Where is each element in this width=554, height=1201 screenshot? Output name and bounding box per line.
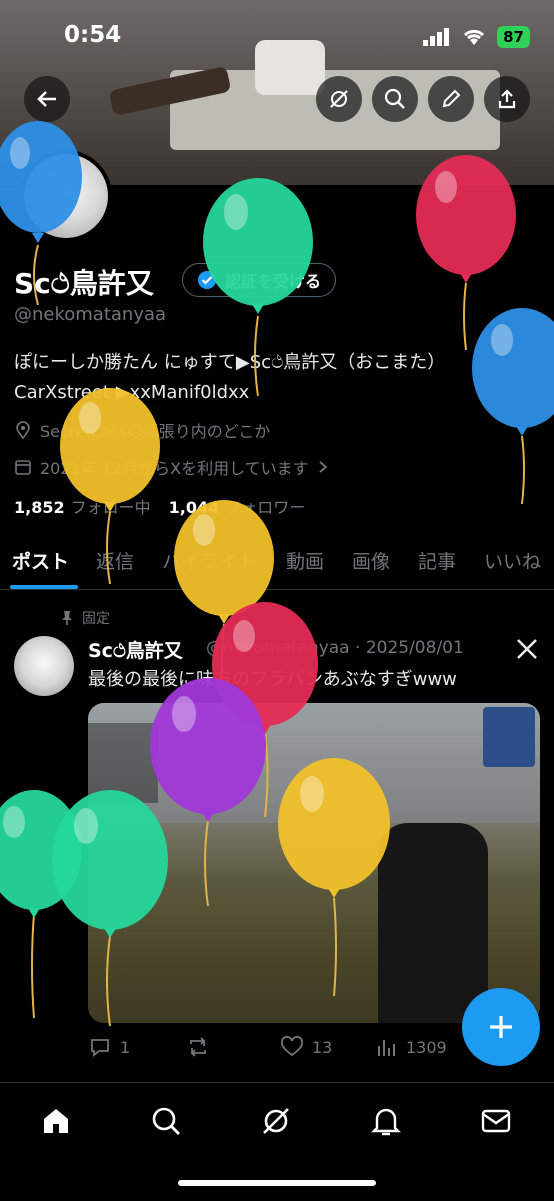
back-arrow-icon <box>37 91 56 107</box>
tab-videos[interactable]: 動画 <box>286 547 324 574</box>
notifications-icon <box>371 1108 401 1136</box>
verified-badge-icon <box>198 271 216 289</box>
balloon-blue-icon <box>472 308 554 505</box>
status-time: 0:54 <box>64 22 122 48</box>
profile-bio: ぽにーしか勝たん にゅすて▶Scථ鳥許又（おこまた） CarXstreet ▶x… <box>14 348 544 408</box>
profile-location: SecretCatsの縄張り内のどこか <box>14 418 270 442</box>
reply-action[interactable]: 1 <box>88 1036 130 1058</box>
tab-replies[interactable]: 返信 <box>96 547 134 574</box>
messages-icon <box>481 1109 511 1133</box>
balloon-green-icon <box>0 790 82 1019</box>
active-tab-indicator <box>10 585 78 589</box>
post-text: 最後の最後に味方のフラバンあぶなすぎwww <box>88 669 457 690</box>
views-action[interactable]: 1309 <box>376 1036 447 1058</box>
follow-counts: 1,852 フォロー中 1,044 フォロワー <box>14 494 305 518</box>
calendar-icon <box>15 460 31 475</box>
explore-icon <box>152 1107 180 1135</box>
nav-explore[interactable] <box>146 1101 186 1141</box>
get-verified-label: 認証を受ける <box>225 272 322 291</box>
status-bar: 0:54 87 <box>0 0 554 70</box>
bio-line-2: CarXstreet ▶xxManif0ldxx <box>14 382 250 403</box>
pinned-label: 固定 <box>60 608 110 628</box>
following-link[interactable]: 1,852 フォロー中 <box>14 494 151 518</box>
grok-button[interactable] <box>316 76 362 122</box>
followers-label: フォロワー <box>225 498 306 517</box>
location-text: SecretCatsの縄張り内のどこか <box>40 422 271 441</box>
nav-notifications[interactable] <box>366 1101 406 1141</box>
post-video[interactable] <box>88 703 540 1023</box>
tab-images[interactable]: 画像 <box>352 547 390 574</box>
balloon-red-icon <box>416 155 516 351</box>
pinned-text: 固定 <box>82 611 110 627</box>
post-author-avatar[interactable] <box>14 636 74 696</box>
plus-icon <box>490 1016 512 1038</box>
compose-post-button[interactable] <box>462 988 540 1066</box>
profile-tabs: ポスト 返信 ハイライト 動画 画像 記事 いいね <box>0 535 554 590</box>
nav-home[interactable] <box>36 1101 76 1141</box>
followers-link[interactable]: 1,044 フォロワー <box>169 494 306 518</box>
nav-messages[interactable] <box>476 1101 516 1141</box>
home-icon <box>44 1109 68 1133</box>
x-logo-icon[interactable] <box>516 638 538 664</box>
search-button[interactable] <box>372 76 418 122</box>
status-icons: 87 <box>423 26 530 48</box>
home-indicator <box>178 1180 376 1186</box>
back-button[interactable] <box>24 76 70 122</box>
profile-display-name: Scථ鳥許又 <box>14 267 154 300</box>
following-label: フォロー中 <box>70 498 151 517</box>
pin-icon <box>62 611 72 625</box>
repost-action[interactable] <box>186 1036 210 1058</box>
share-button[interactable] <box>484 76 530 122</box>
nav-grok[interactable] <box>256 1101 296 1141</box>
location-icon <box>16 421 30 439</box>
grok-icon <box>330 90 348 108</box>
views-icon <box>378 1040 395 1056</box>
like-count: 13 <box>312 1037 333 1057</box>
profile-joined[interactable]: 2021年 12月からXを利用しています <box>14 455 329 479</box>
battery-indicator: 87 <box>497 26 530 48</box>
like-action[interactable]: 13 <box>280 1036 332 1058</box>
bio-line-1: ぽにーしか勝たん にゅすて▶Scථ鳥許又（おこまた） <box>14 352 446 373</box>
search-icon <box>384 88 405 109</box>
profile-avatar[interactable] <box>20 150 112 242</box>
tab-highlights[interactable]: ハイライト <box>162 547 257 574</box>
chevron-right-icon <box>319 461 328 473</box>
get-verified-button[interactable]: 認証を受ける <box>182 263 337 297</box>
repost-icon <box>190 1037 206 1057</box>
profile-handle: @nekomatanyaa <box>14 304 167 325</box>
tab-likes[interactable]: いいね <box>484 547 541 574</box>
post-handle-date: @nekomatanyaa · 2025/08/01 <box>206 638 464 658</box>
share-icon <box>498 89 516 109</box>
post-author-name[interactable]: Scථ鳥許又 <box>88 636 183 663</box>
views-count: 1309 <box>406 1037 447 1057</box>
reply-count: 1 <box>120 1037 131 1057</box>
joined-text: 2021年 12月からXを利用しています <box>40 459 309 478</box>
wifi-icon <box>464 29 485 45</box>
edit-button[interactable] <box>428 76 474 122</box>
followers-count: 1,044 <box>168 498 220 517</box>
tab-articles[interactable]: 記事 <box>418 547 456 574</box>
tab-posts[interactable]: ポスト <box>12 547 69 574</box>
following-count: 1,852 <box>14 498 65 517</box>
like-icon <box>281 1036 303 1057</box>
grok-nav-icon <box>263 1108 289 1134</box>
reply-icon <box>91 1039 109 1057</box>
edit-icon <box>442 89 461 108</box>
signal-icon <box>423 28 450 46</box>
